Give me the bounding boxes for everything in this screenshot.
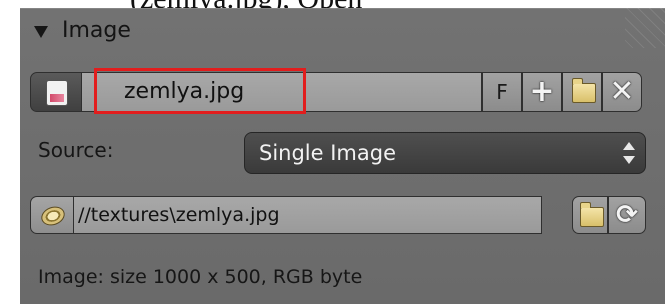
x-icon: ✕ [609, 74, 635, 109]
unlink-image-button[interactable]: ✕ [602, 72, 642, 112]
open-image-button[interactable] [562, 72, 602, 112]
folder-icon [572, 78, 596, 103]
source-select[interactable]: Single Image [244, 132, 646, 174]
reload-image-button[interactable]: ⟳ [608, 196, 646, 234]
filepath-browse-button[interactable] [572, 196, 608, 234]
new-image-button[interactable]: + [522, 72, 562, 112]
package-icon [38, 203, 68, 229]
browse-image-button[interactable] [30, 72, 82, 112]
panel-title: Image [62, 18, 131, 43]
select-arrows-icon [623, 141, 635, 165]
panel-drag-grip[interactable] [625, 8, 665, 48]
folder-icon [580, 202, 604, 227]
image-icon [47, 81, 67, 105]
pack-image-button[interactable] [30, 196, 74, 234]
image-info-text: Image: size 1000 x 500, RGB byte [38, 266, 363, 288]
fake-user-button[interactable]: F [482, 72, 522, 112]
source-select-value: Single Image [259, 141, 397, 165]
collapse-triangle-icon[interactable] [34, 26, 48, 38]
reload-icon: ⟳ [616, 200, 638, 230]
image-name-highlight [94, 68, 306, 114]
filepath-field[interactable]: //textures\zemlya.jpg [74, 196, 542, 234]
plus-icon: + [529, 74, 555, 109]
source-label: Source: [38, 138, 114, 162]
image-panel: Image zemlya.jpg F + ✕ Source: Single Im… [20, 8, 665, 304]
panel-header[interactable]: Image [20, 8, 620, 60]
